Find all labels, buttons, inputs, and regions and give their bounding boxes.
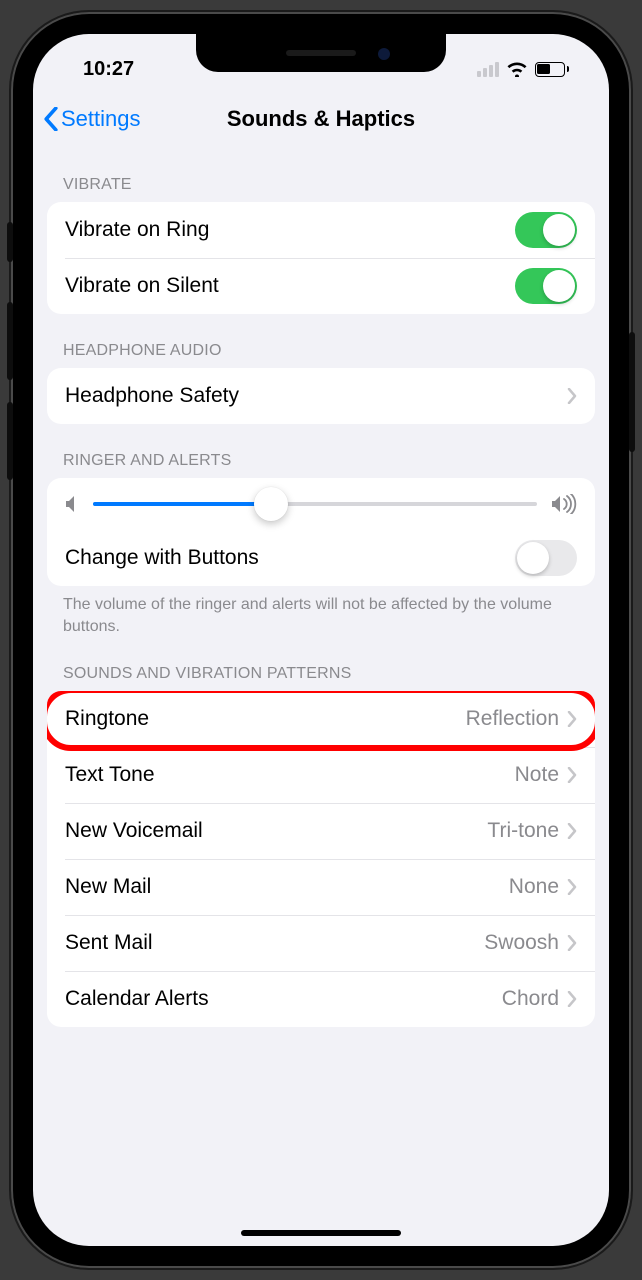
vibrate-on-ring-label: Vibrate on Ring: [65, 218, 515, 242]
section-footer-ringer: The volume of the ringer and alerts will…: [33, 586, 609, 637]
back-button[interactable]: Settings: [43, 106, 141, 132]
content[interactable]: VIBRATE Vibrate on Ring Vibrate on Silen…: [33, 148, 609, 1246]
row-text-tone[interactable]: Text Tone Note: [47, 747, 595, 803]
status-time: 10:27: [65, 58, 134, 81]
row-calendar-alerts[interactable]: Calendar Alerts Chord: [47, 971, 595, 1027]
volume-slider[interactable]: [93, 502, 537, 506]
volume-low-icon: [65, 495, 79, 513]
screen: 10:27 Settings: [33, 34, 609, 1246]
text-tone-label: Text Tone: [65, 763, 515, 787]
section-header-ringer: RINGER AND ALERTS: [33, 424, 609, 478]
home-indicator[interactable]: [241, 1230, 401, 1236]
power-button: [629, 332, 635, 452]
row-headphone-safety[interactable]: Headphone Safety: [47, 368, 595, 424]
group-vibrate: Vibrate on Ring Vibrate on Silent: [47, 202, 595, 314]
row-vibrate-on-silent[interactable]: Vibrate on Silent: [47, 258, 595, 314]
wifi-icon: [506, 61, 528, 77]
volume-high-icon: [551, 494, 577, 514]
sent-mail-value: Swoosh: [484, 931, 559, 955]
chevron-right-icon: [567, 767, 577, 783]
notch: [196, 34, 446, 72]
vibrate-on-ring-toggle[interactable]: [515, 212, 577, 248]
chevron-right-icon: [567, 823, 577, 839]
row-volume-slider: [47, 478, 595, 530]
cellular-icon: [477, 62, 499, 77]
change-with-buttons-label: Change with Buttons: [65, 546, 515, 570]
device-frame: 10:27 Settings: [11, 12, 631, 1268]
group-patterns: Ringtone Reflection Text Tone Note New V…: [47, 691, 595, 1027]
vibrate-on-silent-toggle[interactable]: [515, 268, 577, 304]
new-voicemail-label: New Voicemail: [65, 819, 487, 843]
ringtone-value: Reflection: [466, 707, 559, 731]
group-headphone: Headphone Safety: [47, 368, 595, 424]
volume-down-button: [7, 402, 13, 480]
row-sent-mail[interactable]: Sent Mail Swoosh: [47, 915, 595, 971]
back-label: Settings: [61, 106, 141, 132]
change-with-buttons-toggle[interactable]: [515, 540, 577, 576]
ringtone-label: Ringtone: [65, 707, 466, 731]
row-change-with-buttons[interactable]: Change with Buttons: [47, 530, 595, 586]
calendar-alerts-value: Chord: [502, 987, 559, 1011]
calendar-alerts-label: Calendar Alerts: [65, 987, 502, 1011]
sent-mail-label: Sent Mail: [65, 931, 484, 955]
chevron-right-icon: [567, 935, 577, 951]
section-header-headphone: HEADPHONE AUDIO: [33, 314, 609, 368]
chevron-right-icon: [567, 388, 577, 404]
volume-up-button: [7, 302, 13, 380]
row-new-mail[interactable]: New Mail None: [47, 859, 595, 915]
vibrate-on-silent-label: Vibrate on Silent: [65, 274, 515, 298]
mute-switch: [7, 222, 13, 262]
row-new-voicemail[interactable]: New Voicemail Tri-tone: [47, 803, 595, 859]
chevron-right-icon: [567, 711, 577, 727]
chevron-right-icon: [567, 991, 577, 1007]
text-tone-value: Note: [515, 763, 559, 787]
new-mail-value: None: [509, 875, 559, 899]
section-header-vibrate: VIBRATE: [33, 148, 609, 202]
nav-bar: Settings Sounds & Haptics: [33, 90, 609, 148]
row-vibrate-on-ring[interactable]: Vibrate on Ring: [47, 202, 595, 258]
chevron-right-icon: [567, 879, 577, 895]
new-voicemail-value: Tri-tone: [487, 819, 559, 843]
battery-icon: [535, 62, 570, 77]
section-header-patterns: SOUNDS AND VIBRATION PATTERNS: [33, 637, 609, 691]
group-ringer: Change with Buttons: [47, 478, 595, 586]
row-ringtone[interactable]: Ringtone Reflection: [47, 691, 595, 747]
new-mail-label: New Mail: [65, 875, 509, 899]
headphone-safety-label: Headphone Safety: [65, 384, 567, 408]
